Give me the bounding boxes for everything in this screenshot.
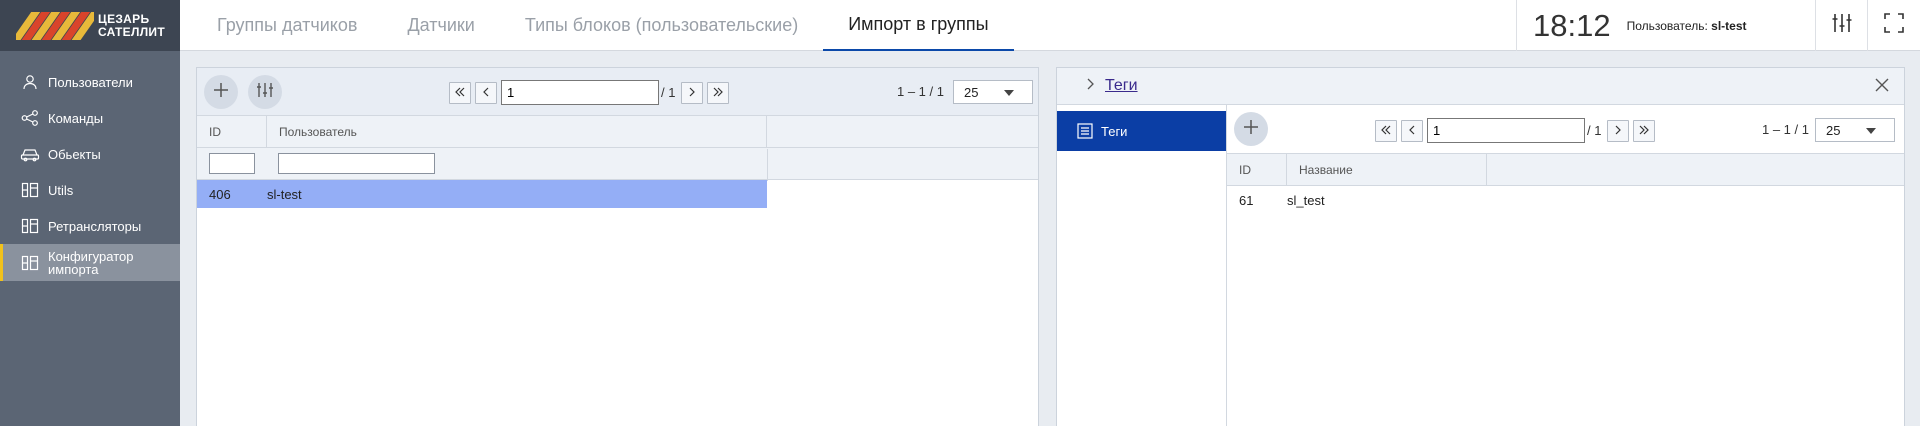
plus-icon: [212, 81, 230, 104]
tab-block-types[interactable]: Типы блоков (пользовательские): [500, 0, 823, 51]
cell-id: 406: [209, 186, 231, 202]
add-button[interactable]: [204, 75, 238, 109]
id-filter-input[interactable]: [209, 153, 255, 174]
users-panel: / 1 1 – 1 / 1 25 ID Пользователь 406 sl-…: [196, 67, 1039, 426]
logo-stripes: [16, 11, 94, 40]
next-page-button[interactable]: [681, 81, 704, 104]
column-header-name[interactable]: Название: [1287, 154, 1487, 185]
double-chevron-left-icon: [454, 85, 466, 100]
sidebar-item-users[interactable]: Пользователи: [0, 64, 180, 100]
tags-link[interactable]: Теги: [1105, 77, 1138, 95]
prev-page-button[interactable]: [1401, 119, 1423, 142]
cell-name: sl_test: [1287, 192, 1325, 208]
users-pager: / 1: [449, 80, 733, 105]
table-row[interactable]: 61 sl_test: [1227, 186, 1904, 214]
fullscreen-button[interactable]: [1868, 0, 1920, 51]
page-total: / 1: [661, 85, 676, 100]
tab-sensor-groups[interactable]: Группы датчиков: [192, 0, 382, 51]
sidebar-item-label: Обьекты: [48, 146, 101, 162]
page-input[interactable]: [501, 80, 659, 105]
clock: 18:12: [1533, 7, 1611, 43]
sliders-icon: [1831, 13, 1853, 38]
clock-box: 18:12 Пользователь: sl-test: [1516, 0, 1816, 51]
first-page-button[interactable]: [1375, 119, 1397, 142]
tags-side-menu: Теги: [1057, 105, 1227, 426]
user-filter-input[interactable]: [278, 153, 435, 174]
car-icon: [20, 144, 40, 164]
tags-pager: / 1: [1375, 118, 1659, 143]
blocks-icon: [20, 216, 40, 236]
first-page-button[interactable]: [449, 81, 471, 104]
top-bar: Группы датчиков Датчики Типы блоков (пол…: [180, 0, 1920, 51]
settings-button[interactable]: [1816, 0, 1868, 51]
next-page-button[interactable]: [1607, 119, 1630, 142]
column-header-id[interactable]: ID: [197, 116, 267, 147]
column-header-user[interactable]: Пользователь: [267, 116, 767, 147]
add-tag-button[interactable]: [1234, 112, 1268, 146]
sidebar-nav: Пользователи Команды Обьекты Utils Ретра…: [0, 64, 180, 281]
sidebar: ЦЕЗАРЬ САТЕЛЛИТ Пользователи Команды Обь…: [0, 0, 180, 426]
user-icon: [20, 72, 40, 92]
users-toolbar: / 1 1 – 1 / 1 25: [197, 68, 1038, 116]
sidebar-item-commands[interactable]: Команды: [0, 100, 180, 136]
sidebar-item-label: Пользователи: [48, 74, 133, 90]
chevron-left-icon: [482, 85, 490, 100]
list-icon: [1077, 123, 1093, 139]
sliders-icon: [256, 82, 274, 103]
sidebar-item-objects[interactable]: Обьекты: [0, 136, 180, 172]
page-input[interactable]: [1427, 118, 1585, 143]
sidebar-item-label: Ретрансляторы: [48, 218, 142, 234]
logo-text: ЦЕЗАРЬ САТЕЛЛИТ: [98, 11, 165, 39]
user-label: Пользователь: sl-test: [1626, 18, 1747, 33]
sidebar-item-import-configurator[interactable]: Конфигуратор импорта: [0, 244, 180, 281]
last-page-button[interactable]: [1633, 119, 1656, 142]
blocks-icon: [20, 253, 40, 273]
chevron-right-icon: [1614, 123, 1622, 138]
filter-settings-button[interactable]: [248, 75, 282, 109]
tab-sensors[interactable]: Датчики: [382, 0, 499, 51]
page-size-select[interactable]: 25: [953, 80, 1033, 104]
page-total: / 1: [1587, 123, 1602, 138]
sidebar-item-utils[interactable]: Utils: [0, 172, 180, 208]
tags-main: / 1 1 – 1 / 1 25 ID Название 61 sl_test: [1227, 105, 1904, 426]
double-chevron-right-icon: [1638, 123, 1650, 138]
sidebar-item-relays[interactable]: Ретрансляторы: [0, 208, 180, 244]
caret-down-icon: [1004, 90, 1014, 96]
tags-grid-header: ID Название: [1227, 154, 1904, 186]
blocks-icon: [20, 180, 40, 200]
tags-panel-header: Теги: [1057, 68, 1904, 105]
double-chevron-right-icon: [712, 85, 724, 100]
top-right: 18:12 Пользователь: sl-test: [1516, 0, 1920, 51]
caret-down-icon: [1866, 128, 1876, 134]
cell-user: sl-test: [267, 186, 302, 202]
plus-icon: [1242, 118, 1260, 141]
tags-panel: Теги Теги / 1: [1056, 67, 1905, 426]
chevron-right-icon[interactable]: [1085, 77, 1095, 95]
close-icon[interactable]: [1874, 77, 1892, 95]
range-label: 1 – 1 / 1: [897, 84, 944, 99]
chevron-right-icon: [688, 85, 696, 100]
last-page-button[interactable]: [707, 81, 730, 104]
range-label: 1 – 1 / 1: [1762, 122, 1809, 137]
page-size-select[interactable]: 25: [1815, 118, 1895, 142]
sidebar-item-label: Команды: [48, 110, 104, 126]
column-header-id[interactable]: ID: [1227, 154, 1287, 185]
share-nodes-icon: [20, 108, 40, 128]
side-item-tags[interactable]: Теги: [1057, 111, 1226, 151]
users-filter-row: [197, 148, 1038, 181]
tags-toolbar: / 1 1 – 1 / 1 25: [1227, 105, 1904, 154]
sidebar-item-label: Utils: [48, 182, 74, 198]
fullscreen-icon: [1884, 13, 1904, 38]
cell-id: 61: [1239, 192, 1254, 208]
prev-page-button[interactable]: [475, 81, 497, 104]
users-grid-header: ID Пользователь: [197, 116, 1038, 148]
logo[interactable]: ЦЕЗАРЬ САТЕЛЛИТ: [0, 0, 180, 51]
table-row[interactable]: 406 sl-test: [197, 180, 767, 208]
tab-import-to-groups[interactable]: Импорт в группы: [823, 0, 1014, 51]
sidebar-item-label: Конфигуратор импорта: [48, 248, 134, 277]
double-chevron-left-icon: [1380, 123, 1392, 138]
user-name: sl-test: [1711, 18, 1747, 33]
chevron-left-icon: [1408, 123, 1416, 138]
